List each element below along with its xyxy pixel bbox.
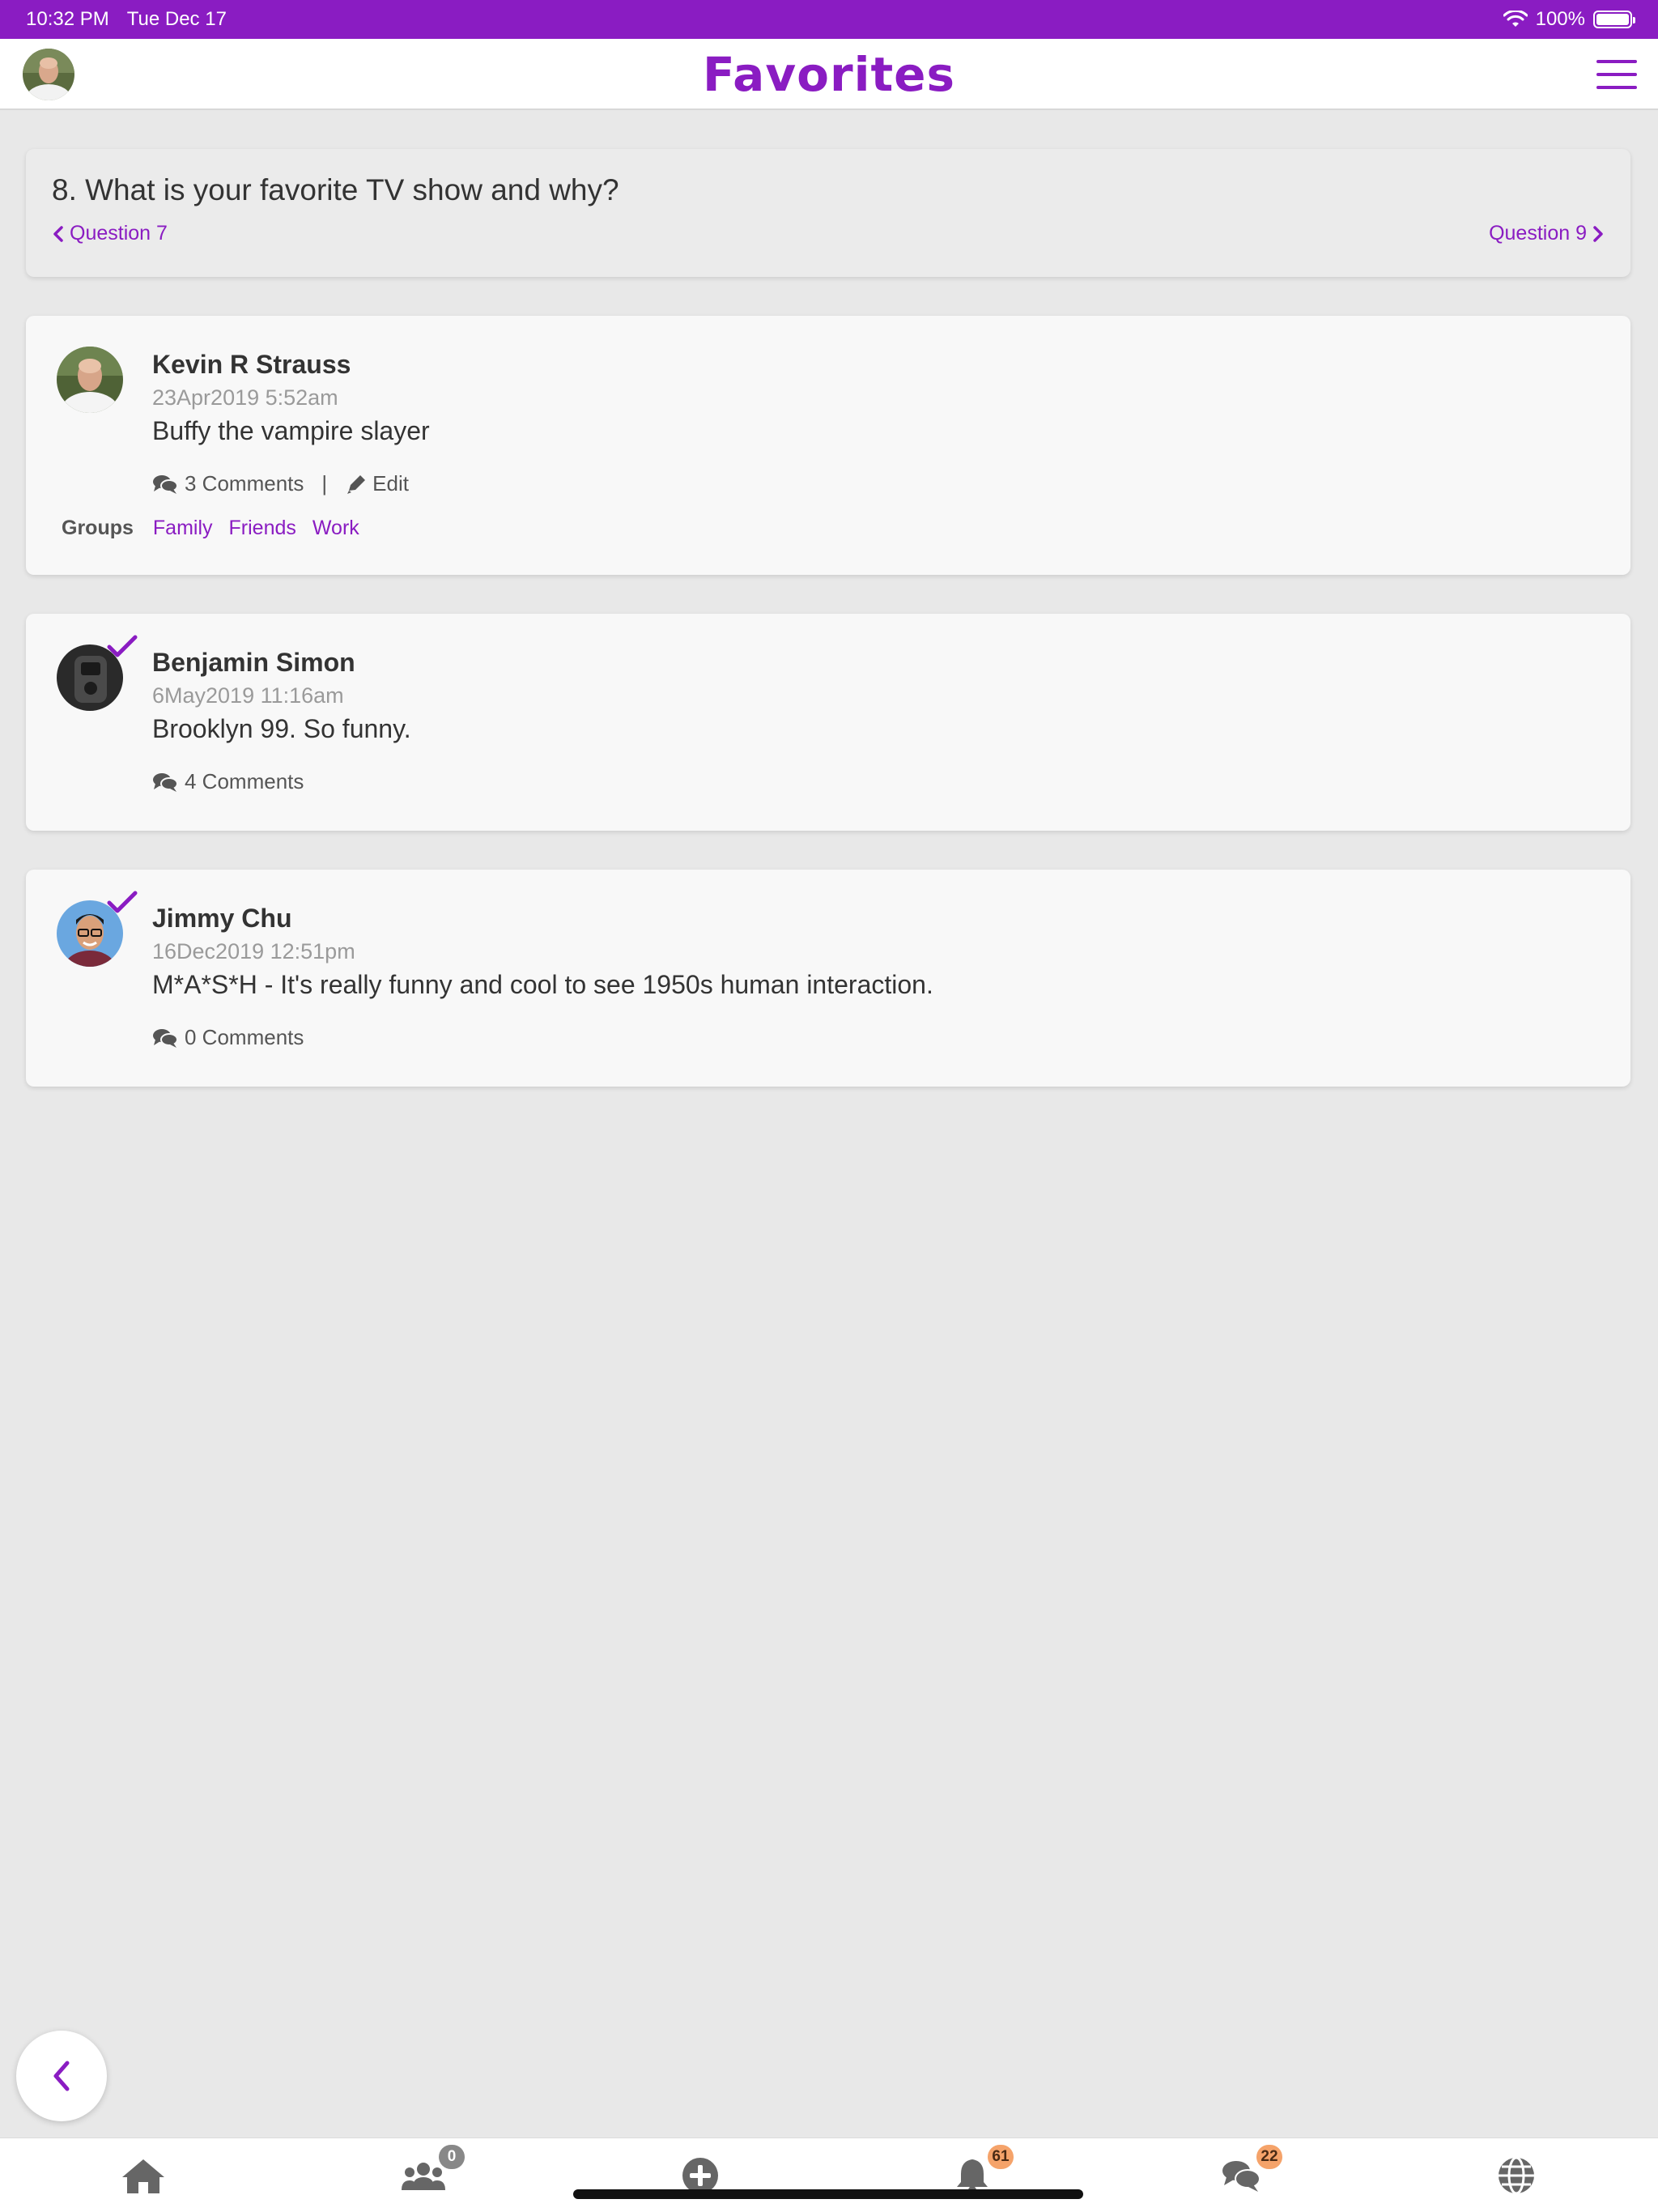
previous-question-label: Question 7 xyxy=(70,222,168,245)
chevron-left-icon xyxy=(53,225,63,242)
group-link-work[interactable]: Work xyxy=(312,517,359,540)
author-name[interactable]: Benjamin Simon xyxy=(152,648,355,678)
checkmark-icon xyxy=(107,891,138,913)
author-name[interactable]: Jimmy Chu xyxy=(152,904,291,934)
answer-timestamp: 16Dec2019 12:51pm xyxy=(152,939,355,963)
next-question-label: Question 9 xyxy=(1489,222,1587,245)
comments-count: 3 Comments xyxy=(185,471,304,496)
back-button[interactable] xyxy=(16,2031,107,2121)
battery-icon xyxy=(1593,11,1635,28)
tab-bar: 0 61 22 xyxy=(0,2138,1658,2212)
chevron-left-icon xyxy=(53,2061,70,2091)
people-badge: 0 xyxy=(439,2145,465,2169)
author-avatar[interactable] xyxy=(57,347,123,413)
comments-link[interactable]: 3 Comments xyxy=(152,471,304,496)
answer-card: Kevin R Strauss 23Apr2019 5:52am Buffy t… xyxy=(26,316,1630,575)
tab-messages[interactable]: 22 xyxy=(1213,2145,1282,2198)
question-text: 8. What is your favorite TV show and why… xyxy=(52,173,619,206)
checkmark-icon xyxy=(107,635,138,657)
answer-text: Brooklyn 99. So funny. xyxy=(152,714,411,743)
nav-header: Favorites xyxy=(0,39,1658,110)
chat-icon xyxy=(1222,2161,1261,2192)
answer-card: Benjamin Simon 6May2019 11:16am Brooklyn… xyxy=(26,614,1630,831)
answer-card: Jimmy Chu 16Dec2019 12:51pm M*A*S*H - It… xyxy=(26,870,1630,1087)
chevron-right-icon xyxy=(1593,225,1603,242)
comments-count: 4 Comments xyxy=(185,769,304,793)
answer-timestamp: 23Apr2019 5:52am xyxy=(152,385,338,410)
groups-label: Groups xyxy=(62,517,134,539)
edit-button[interactable]: Edit xyxy=(345,471,409,496)
tab-explore[interactable] xyxy=(1488,2153,1545,2198)
home-icon xyxy=(122,2159,164,2193)
groups-row: Groups Family Friends Work xyxy=(62,517,359,540)
answer-text: Buffy the vampire slayer xyxy=(152,416,430,445)
answer-timestamp: 6May2019 11:16am xyxy=(152,683,344,708)
notifications-badge: 61 xyxy=(988,2145,1014,2169)
status-time: 10:32 PM xyxy=(26,8,109,30)
edit-label: Edit xyxy=(372,471,409,496)
messages-badge: 22 xyxy=(1256,2145,1282,2169)
home-indicator xyxy=(573,2189,1083,2199)
comments-link[interactable]: 0 Comments xyxy=(152,1025,304,1050)
comments-icon xyxy=(153,474,178,494)
comments-icon xyxy=(153,772,178,792)
next-question-link[interactable]: Question 9 xyxy=(1489,222,1605,245)
comments-icon xyxy=(153,1028,178,1048)
tab-people[interactable]: 0 xyxy=(395,2145,465,2198)
comments-count: 0 Comments xyxy=(185,1025,304,1049)
status-bar: 10:32 PM Tue Dec 17 100% xyxy=(0,0,1658,39)
answer-text: M*A*S*H - It's really funny and cool to … xyxy=(152,970,933,999)
answer-actions: 3 Comments | Edit xyxy=(152,471,409,496)
globe-icon xyxy=(1499,2156,1534,2195)
tab-home[interactable] xyxy=(115,2153,172,2198)
author-name[interactable]: Kevin R Strauss xyxy=(152,350,351,380)
author-avatar-image xyxy=(57,347,123,413)
answer-actions: 4 Comments xyxy=(152,769,304,794)
question-card: 8. What is your favorite TV show and why… xyxy=(26,149,1630,277)
comments-link[interactable]: 4 Comments xyxy=(152,769,304,794)
battery-percent: 100% xyxy=(1535,8,1585,30)
group-link-family[interactable]: Family xyxy=(153,517,213,540)
answer-actions: 0 Comments xyxy=(152,1025,304,1050)
status-right: 100% xyxy=(1503,8,1635,31)
group-link-friends[interactable]: Friends xyxy=(229,517,296,540)
hamburger-menu-icon[interactable] xyxy=(1596,60,1637,89)
page-title: Favorites xyxy=(702,47,956,102)
status-date: Tue Dec 17 xyxy=(126,8,227,30)
wifi-icon xyxy=(1503,11,1528,27)
pencil-icon xyxy=(347,474,366,494)
actions-separator: | xyxy=(321,471,328,496)
previous-question-link[interactable]: Question 7 xyxy=(52,222,168,245)
